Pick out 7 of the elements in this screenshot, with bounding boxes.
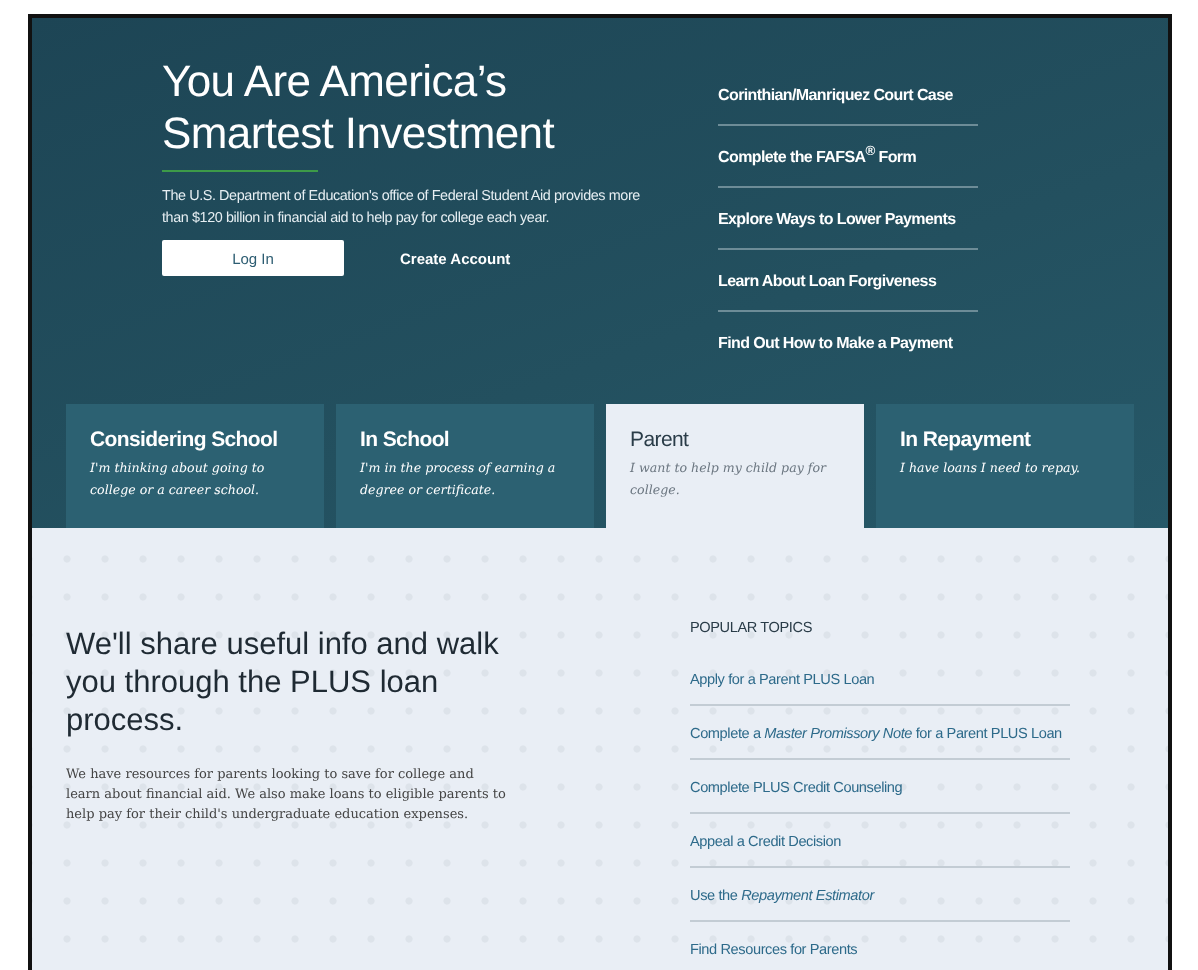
- quick-link[interactable]: Explore Ways to Lower Payments: [718, 210, 956, 228]
- quick-link[interactable]: Complete the FAFSA$^{®}$ Form: [718, 148, 917, 166]
- hero-title: You Are America’s Smartest Investment: [162, 56, 557, 160]
- quick-link[interactable]: Learn About Loan Forgiveness: [718, 272, 937, 290]
- quick-link[interactable]: Corinthian/Manriquez Court Case: [718, 86, 953, 104]
- quick-link[interactable]: Find Out How to Make a Payment: [718, 334, 953, 352]
- section-heading: We'll share useful info and walk you through the PLUS loan process.: [66, 626, 501, 740]
